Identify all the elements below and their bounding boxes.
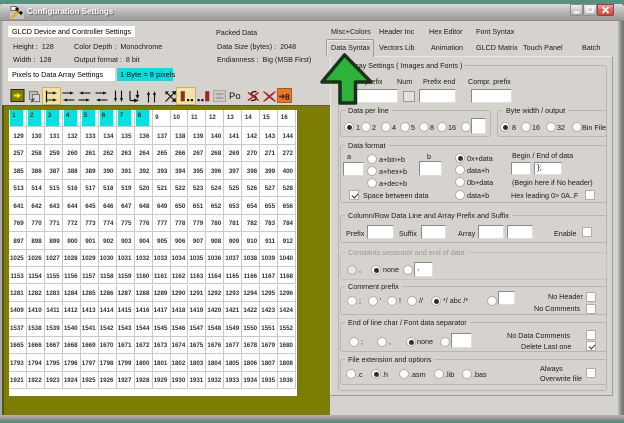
svg-text:8: 8 <box>285 92 290 102</box>
